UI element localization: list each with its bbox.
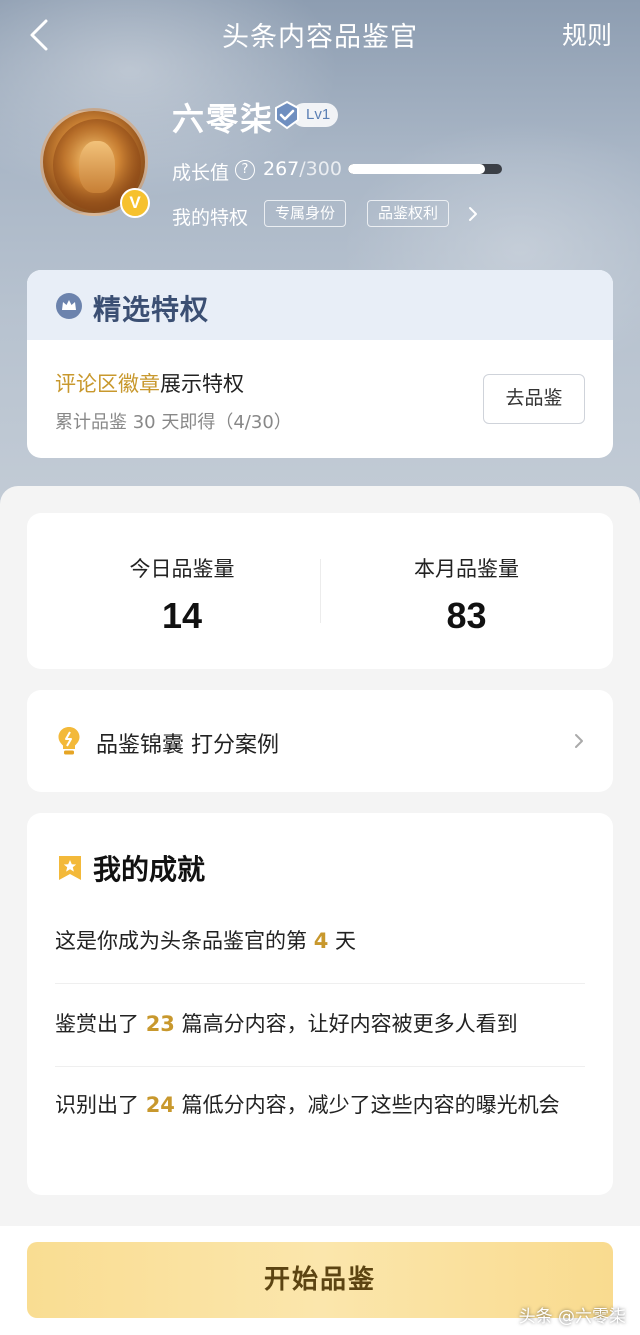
badge-progress-text: 累计品鉴 30 天即得（4/30） xyxy=(55,412,292,433)
growth-progress-fill xyxy=(348,164,486,174)
tips-text: 品鉴锦囊 打分案例 xyxy=(96,733,279,758)
help-icon[interactable]: ? xyxy=(235,160,255,180)
featured-card-header: 精选特权 xyxy=(27,270,613,340)
achievement-low-score: 识别出了 24 篇低分内容，减少了这些内容的曝光机会 xyxy=(55,1087,585,1123)
avatar-face xyxy=(79,141,115,193)
featured-privilege-card: 精选特权 评论区徽章展示特权 累计品鉴 30 天即得（4/30） 去品鉴 xyxy=(27,270,613,458)
stat-today-value: 14 xyxy=(161,595,203,636)
achievement-low-post: 篇低分内容，减少了这些内容的曝光机会 xyxy=(174,1093,560,1117)
stat-month: 本月品鉴量 83 xyxy=(320,553,613,637)
stat-today-label: 今日品鉴量 xyxy=(129,557,235,581)
badge-privilege-line: 评论区徽章展示特权 xyxy=(55,368,244,398)
privileges-label: 我的特权 xyxy=(172,207,249,229)
verified-icon xyxy=(275,100,299,130)
verified-v-badge: V xyxy=(120,188,150,218)
stat-today: 今日品鉴量 14 xyxy=(27,553,337,637)
growth-progress-bar xyxy=(348,164,502,174)
growth-max: /300 xyxy=(299,158,342,180)
chevron-right-icon[interactable] xyxy=(466,205,480,223)
achievement-high-num: 23 xyxy=(145,1012,175,1036)
nav-bar: 头条内容品鉴官 规则 xyxy=(0,0,640,68)
achievement-high-pre: 鉴赏出了 xyxy=(55,1012,146,1036)
privilege-tag-rights[interactable]: 品鉴权利 xyxy=(367,200,450,227)
achievement-high-score: 鉴赏出了 23 篇高分内容，让好内容被更多人看到 xyxy=(55,1006,585,1042)
go-review-button[interactable]: 去品鉴 xyxy=(483,374,585,424)
stat-month-label: 本月品鉴量 xyxy=(414,557,519,581)
star-icon xyxy=(59,856,81,880)
achievement-low-pre: 识别出了 xyxy=(55,1093,146,1117)
achievement-days: 这是你成为头条品鉴官的第 4 天 xyxy=(55,923,585,959)
achievements-title: 我的成就 xyxy=(93,853,206,886)
achievement-low-num: 24 xyxy=(145,1093,175,1117)
achievement-days-post: 天 xyxy=(328,929,356,953)
privilege-tag-identity[interactable]: 专属身份 xyxy=(264,200,347,227)
stats-card: 今日品鉴量 14 本月品鉴量 83 xyxy=(27,513,613,669)
tips-card[interactable]: 品鉴锦囊 打分案例 xyxy=(27,690,613,792)
achievement-high-post: 篇高分内容，让好内容被更多人看到 xyxy=(174,1012,518,1036)
badge-rest: 展示特权 xyxy=(160,372,244,396)
stat-month-value: 83 xyxy=(446,595,487,636)
profile-section: V 六零柒 Lv1 成长值 ? 267/300 我的特权 专属身份 品鉴权利 xyxy=(0,90,640,250)
achievement-days-num: 4 xyxy=(313,929,329,953)
featured-card-title: 精选特权 xyxy=(93,293,210,326)
growth-current: 267 xyxy=(263,158,300,180)
chevron-right-icon xyxy=(575,734,583,748)
achievements-card: 我的成就 这是你成为头条品鉴官的第 4 天 鉴赏出了 23 篇高分内容，让好内容… xyxy=(27,813,613,1195)
rules-link[interactable]: 规则 xyxy=(562,16,612,52)
growth-value: 267/300 xyxy=(263,158,342,180)
username: 六零柒 xyxy=(172,100,275,138)
divider xyxy=(55,983,585,984)
bulb-icon xyxy=(58,727,80,755)
crown-icon xyxy=(56,293,82,319)
watermark: 头条 @六零柒 xyxy=(518,1307,626,1327)
growth-label: 成长值 xyxy=(172,162,230,184)
achievement-days-pre: 这是你成为头条品鉴官的第 xyxy=(55,929,314,953)
divider xyxy=(55,1066,585,1067)
page-title: 头条内容品鉴官 xyxy=(222,22,418,53)
badge-highlight: 评论区徽章 xyxy=(55,372,160,396)
